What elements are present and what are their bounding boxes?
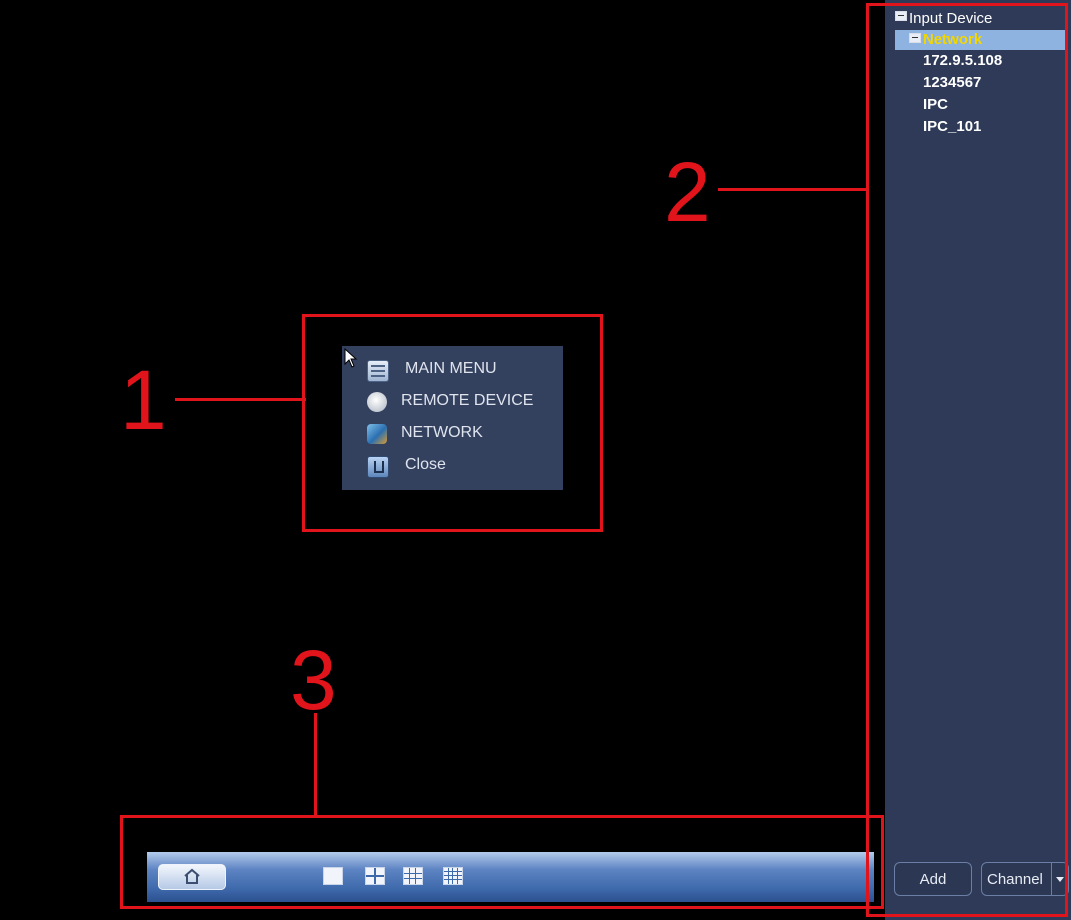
annotation-number-1: 1 xyxy=(120,353,167,447)
annotation-line-3 xyxy=(314,713,317,817)
annotation-number-2: 2 xyxy=(664,145,711,239)
annotation-line-2 xyxy=(718,188,868,191)
annotation-line-1 xyxy=(175,398,306,401)
annotation-number-3: 3 xyxy=(290,633,337,727)
annotation-box-2 xyxy=(866,3,1068,917)
annotation-box-3 xyxy=(120,815,884,909)
annotation-box-1 xyxy=(302,314,603,532)
